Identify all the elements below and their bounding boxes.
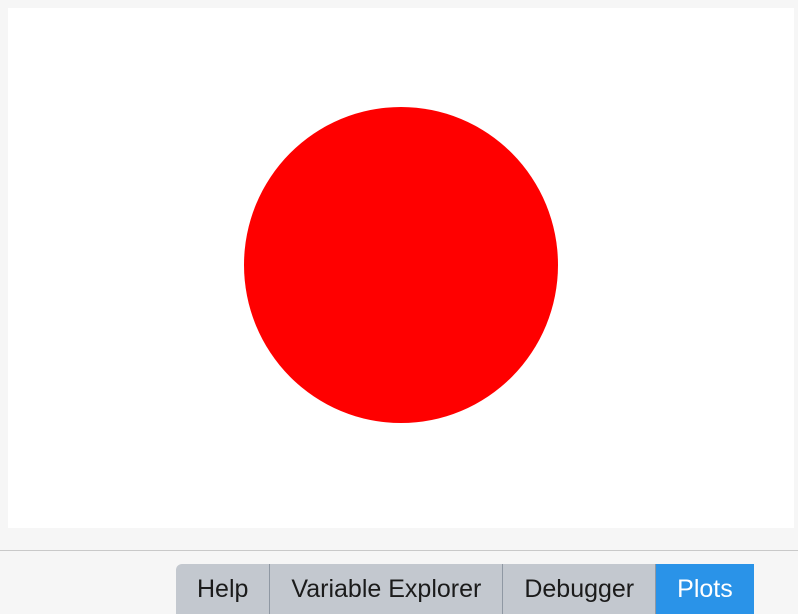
tab-plots[interactable]: Plots [656, 564, 754, 614]
plots-pane [0, 0, 798, 550]
tab-help[interactable]: Help [176, 564, 271, 614]
tab-debugger[interactable]: Debugger [503, 564, 657, 614]
pane-tabs: Help Variable Explorer Debugger Plots [176, 564, 754, 614]
plot-canvas [8, 8, 794, 528]
bottom-tab-bar: Help Variable Explorer Debugger Plots [0, 551, 798, 614]
tab-variable-explorer[interactable]: Variable Explorer [270, 564, 504, 614]
red-circle-plot [244, 107, 558, 423]
